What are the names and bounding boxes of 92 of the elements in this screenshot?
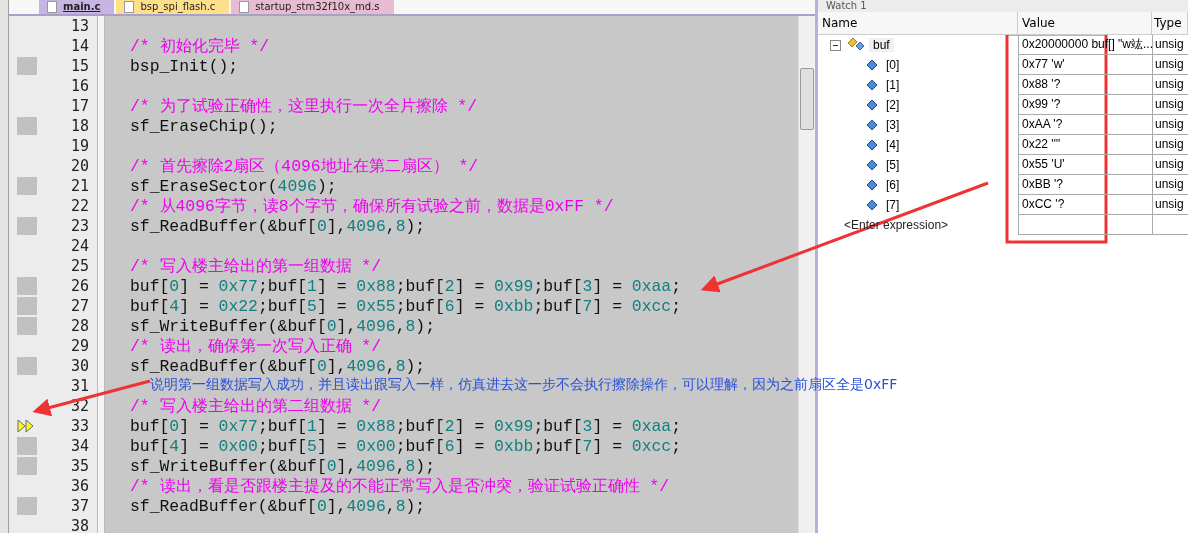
element-icon (866, 159, 878, 171)
annotation-text: 说明第一组数据写入成功，并且读出跟写入一样，仿真进去这一步不会执行擦除操作，可以理解，因为之前扇区全是0xFF (150, 376, 898, 394)
variable-name[interactable]: buf (869, 38, 894, 52)
file-tab[interactable]: startup_stm32f10x_md.s (231, 0, 394, 14)
code-line: /* 读出，看是否跟楼主提及的不能正常写入是否冲突，验证试验正确性 */ (130, 477, 670, 496)
code-line: buf[4] = 0x00;buf[5] = 0x00;buf[6] = 0xbb;buf[7] = 0xcc; (130, 436, 681, 456)
code-line: sf_EraseChip(); (130, 116, 278, 136)
code-line: buf[4] = 0x22;buf[5] = 0x55;buf[6] = 0xbb;buf[7] = 0xcc; (130, 296, 681, 316)
code-line: /* 读出，确保第一次写入正确 */ (130, 337, 382, 356)
element-name[interactable]: [2] (886, 98, 900, 112)
element-icon (866, 199, 878, 211)
code-line: /* 首先擦除2扇区（4096地址在第二扇区） */ (130, 157, 479, 176)
element-type: unsig (1152, 115, 1188, 135)
scrollbar-thumb[interactable] (800, 68, 814, 130)
panel-title: Watch 1 (826, 0, 867, 11)
line-number: 13 (39, 16, 97, 36)
code-line: sf_WriteBuffer(&buf[0],4096,8); (130, 456, 435, 476)
element-name[interactable]: [6] (886, 178, 900, 192)
element-value: 0xCC '? (1018, 195, 1152, 215)
code-line: sf_ReadBuffer(&buf[0],4096,8); (130, 356, 426, 376)
line-number: 16 (39, 76, 97, 96)
code-line: /* 从4096字节，读8个字节，确保所有试验之前，数据是0xFF */ (130, 197, 614, 216)
column-header[interactable]: Type (1152, 12, 1188, 34)
element-type: unsig (1152, 135, 1188, 155)
line-number: 20 (39, 156, 97, 176)
line-number: 24 (39, 236, 97, 256)
element-value: 0x88 '? (1018, 75, 1152, 95)
line-number: 35 (39, 456, 97, 476)
code-line: sf_ReadBuffer(&buf[0],4096,8); (130, 496, 426, 516)
element-value: 0xAA '? (1018, 115, 1152, 135)
code-line: buf[0] = 0x77;buf[1] = 0x88;buf[2] = 0x99;buf[3] = 0xaa; (130, 276, 681, 296)
column-header[interactable]: Value (1018, 12, 1152, 34)
line-number: 34 (39, 436, 97, 456)
element-name[interactable]: [4] (886, 138, 900, 152)
element-icon (866, 79, 878, 91)
line-number: 36 (39, 476, 97, 496)
code-line: sf_ReadBuffer(&buf[0],4096,8); (130, 216, 426, 236)
line-number: 31 (39, 376, 97, 396)
code-line: sf_EraseSector(4096); (130, 176, 337, 196)
element-type: unsig (1152, 155, 1188, 175)
element-name[interactable]: [1] (886, 78, 900, 92)
element-type: unsig (1152, 175, 1188, 195)
current-line-arrow-icon (17, 419, 35, 433)
line-number: 33 (39, 416, 97, 436)
line-number: 28 (39, 316, 97, 336)
element-type: unsig (1152, 195, 1188, 215)
line-number: 14 (39, 36, 97, 56)
element-icon (866, 99, 878, 111)
code-line: /* 写入楼主给出的第一组数据 */ (130, 257, 382, 276)
line-number: 15 (39, 56, 97, 76)
line-number: 30 (39, 356, 97, 376)
line-number: 25 (39, 256, 97, 276)
line-number: 23 (39, 216, 97, 236)
column-header[interactable]: Name (818, 12, 1018, 34)
line-number: 18 (39, 116, 97, 136)
element-type: unsig (1152, 55, 1188, 75)
element-name[interactable]: [7] (886, 198, 900, 212)
variable-icon (845, 37, 865, 53)
code-line: /* 为了试验正确性，这里执行一次全片擦除 */ (130, 97, 478, 116)
element-name[interactable]: [3] (886, 118, 900, 132)
file-tab[interactable]: main.c (39, 0, 115, 14)
element-value: 0x99 '? (1018, 95, 1152, 115)
element-type: unsig (1152, 75, 1188, 95)
variable-type: unsig (1152, 35, 1188, 55)
code-line: buf[0] = 0x77;buf[1] = 0x88;buf[2] = 0x99;buf[3] = 0xaa; (130, 416, 681, 436)
element-icon (866, 139, 878, 151)
element-value: 0xBB '? (1018, 175, 1152, 195)
line-number: 19 (39, 136, 97, 156)
line-number: 27 (39, 296, 97, 316)
line-number: 38 (39, 516, 97, 533)
empty-type-cell (1152, 215, 1188, 235)
code-line: /* 初始化完毕 */ (130, 37, 270, 56)
line-number: 21 (39, 176, 97, 196)
code-line: /* 写入楼主给出的第二组数据 */ (130, 397, 382, 416)
file-tab[interactable]: bsp_spi_flash.c (116, 0, 230, 14)
element-name[interactable]: [5] (886, 158, 900, 172)
collapse-toggle[interactable] (830, 39, 841, 51)
line-number: 26 (39, 276, 97, 296)
line-number: 29 (39, 336, 97, 356)
code-line: bsp_Init(); (130, 56, 239, 76)
element-icon (866, 179, 878, 191)
element-name[interactable]: [0] (886, 58, 900, 72)
line-number: 22 (39, 196, 97, 216)
element-type: unsig (1152, 95, 1188, 115)
line-number: 37 (39, 496, 97, 516)
element-icon (866, 119, 878, 131)
element-value: 0x22 '"' (1018, 135, 1152, 155)
element-value: 0x55 'U' (1018, 155, 1152, 175)
element-icon (866, 59, 878, 71)
code-line: sf_WriteBuffer(&buf[0],4096,8); (130, 316, 435, 336)
element-value: 0x77 'w' (1018, 55, 1152, 75)
line-number: 17 (39, 96, 97, 116)
